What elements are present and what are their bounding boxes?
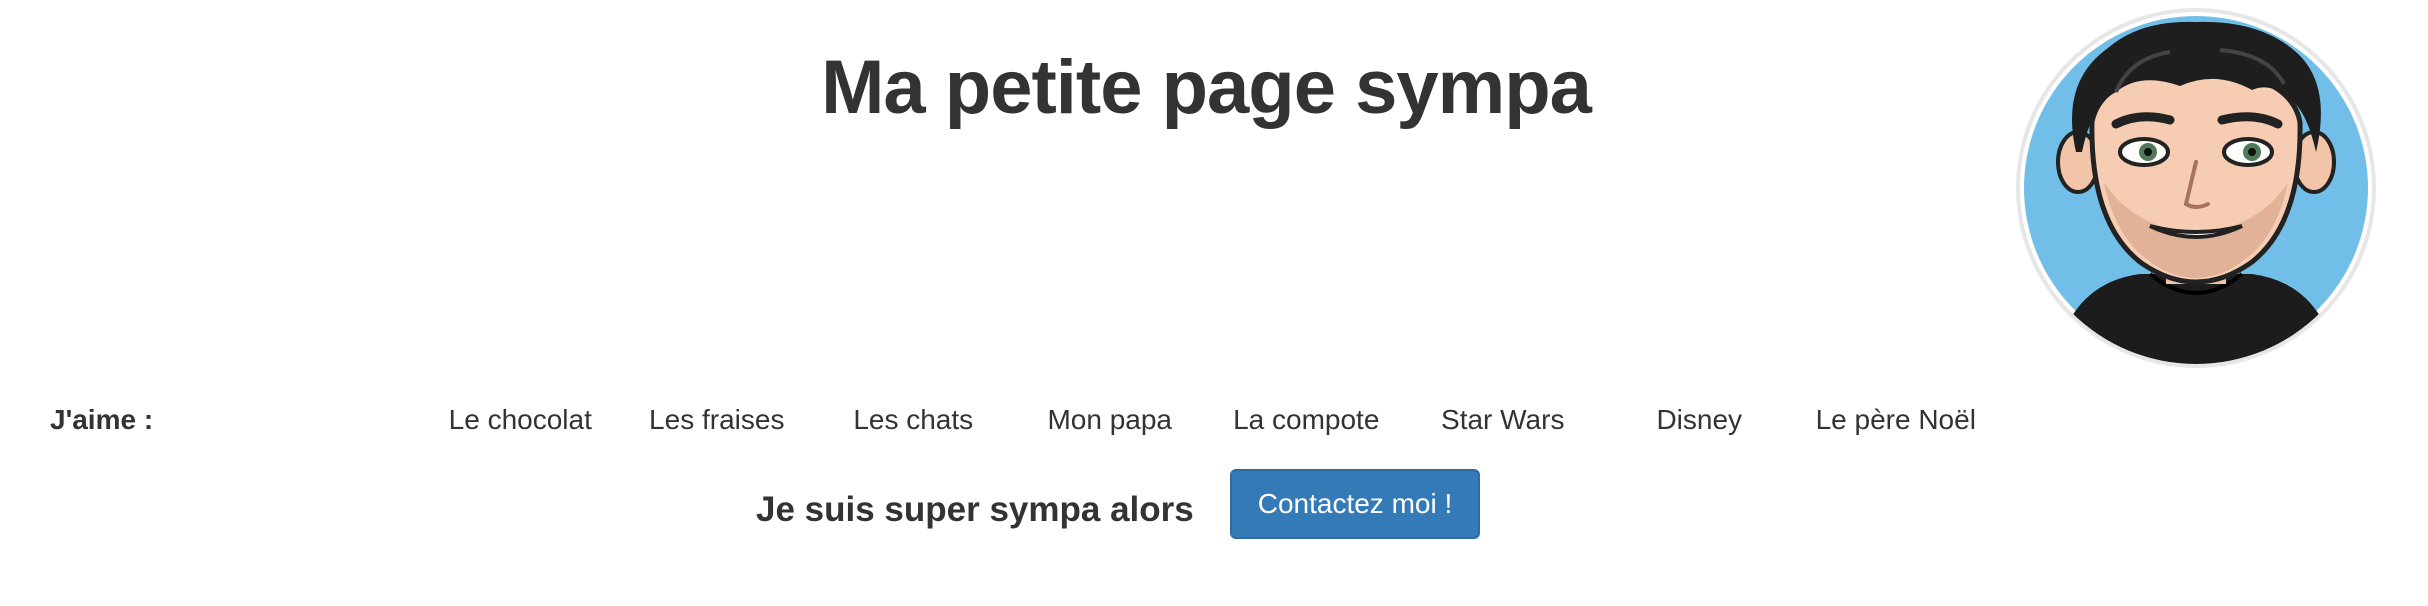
cta-text: Je suis super sympa alors xyxy=(756,490,1194,529)
like-item: Star Wars xyxy=(1441,404,1565,435)
cartoon-avatar-icon xyxy=(2020,12,2372,364)
like-item: Le père Noël xyxy=(1815,404,1976,435)
like-item: Disney xyxy=(1656,404,1743,435)
likes-label: J'aime : xyxy=(50,404,154,435)
like-item: Le chocolat xyxy=(448,404,592,435)
likes-list: Le chocolat Les fraises Les chats Mon pa… xyxy=(422,400,2058,440)
like-item: Les chats xyxy=(853,404,974,435)
like-item: Mon papa xyxy=(1047,404,1173,435)
like-item: La compote xyxy=(1233,404,1380,435)
contact-button[interactable]: Contactez moi ! xyxy=(1230,469,1480,539)
like-item: Les fraises xyxy=(649,404,785,435)
avatar xyxy=(2016,8,2376,368)
page-title-text: Ma petite page sympa xyxy=(821,45,1592,130)
